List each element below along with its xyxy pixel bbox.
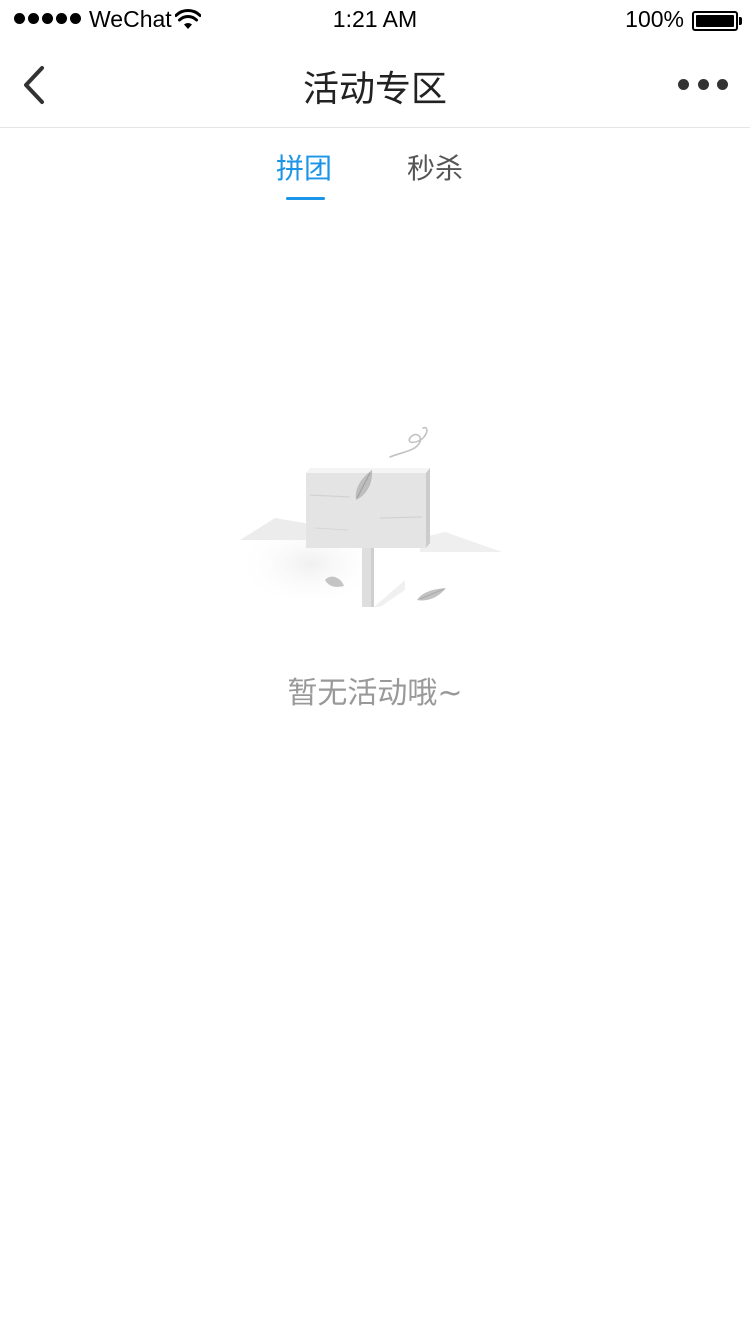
nav-bar: 活动专区 bbox=[0, 40, 750, 128]
battery-cap bbox=[739, 17, 742, 25]
active-tab-indicator bbox=[286, 197, 325, 200]
more-button[interactable] bbox=[678, 74, 728, 94]
more-dot bbox=[717, 78, 728, 90]
battery-percentage: 100% bbox=[625, 6, 684, 32]
page-title: 活动专区 bbox=[302, 69, 447, 110]
more-dots-icon bbox=[678, 78, 689, 90]
empty-state-message: 暂无活动哦~ bbox=[287, 676, 463, 711]
more-dot bbox=[697, 78, 709, 90]
tab-flash-sale[interactable]: 秒杀 bbox=[407, 147, 463, 187]
battery-icon bbox=[692, 11, 738, 31]
tab-group-buy[interactable]: 拼团 bbox=[276, 147, 332, 187]
status-bar: WeChat 1:21 AM 100% bbox=[0, 0, 750, 40]
empty-signpost-icon bbox=[235, 426, 502, 607]
tab-bar: 拼团 秒杀 bbox=[0, 129, 750, 209]
